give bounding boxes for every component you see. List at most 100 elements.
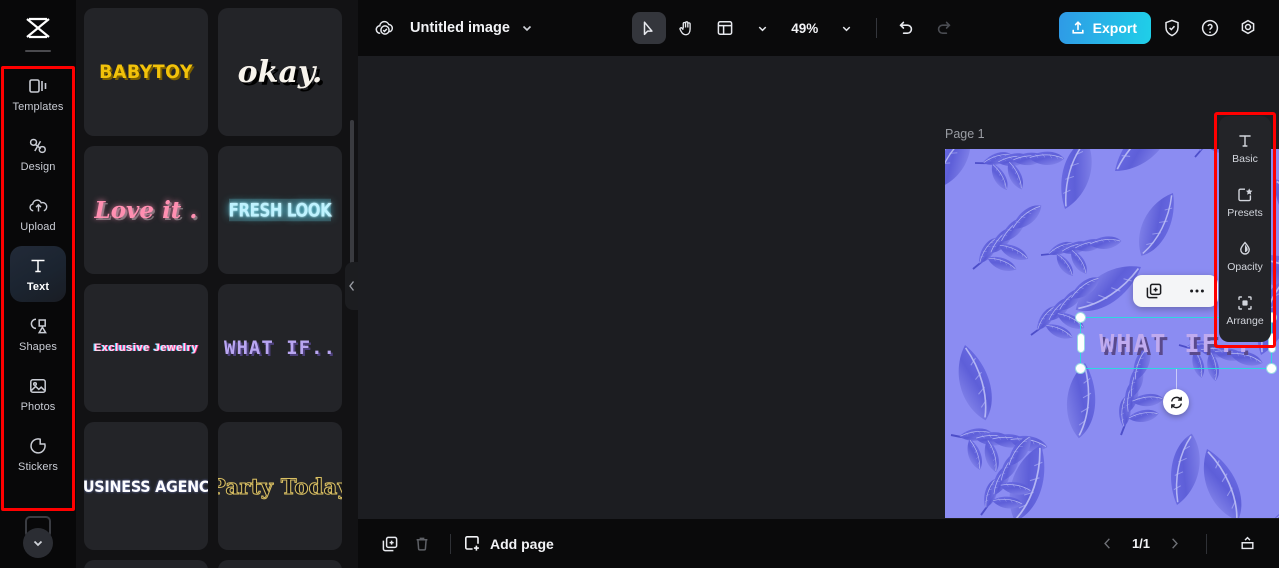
template-grid: BABYTOY okay. Love it . FRESH LOOK Exclu… xyxy=(84,8,342,568)
logo-divider xyxy=(25,50,51,52)
presets-icon xyxy=(1236,186,1254,204)
add-page-label: Add page xyxy=(490,535,554,552)
template-card[interactable]: FRESH LOOK xyxy=(218,146,342,274)
editor-main: Untitled image 49% Export Page 1 WHAT IF… xyxy=(358,0,1279,568)
bottom-toolbar: Add page 1/1 xyxy=(358,518,1279,568)
sidebar-item-stickers[interactable]: Stickers xyxy=(10,426,66,482)
shield-check-button[interactable] xyxy=(1155,12,1189,44)
sidebar-item-templates[interactable]: Templates xyxy=(10,66,66,122)
rotate-handle-stem xyxy=(1175,369,1177,389)
toolbar-right-actions: Export xyxy=(1058,12,1265,44)
rail-item-basic[interactable]: Basic xyxy=(1221,122,1269,174)
delete-page-button[interactable] xyxy=(406,528,438,560)
template-card[interactable] xyxy=(84,560,208,568)
template-card[interactable]: BUSINESS AGENCY xyxy=(84,422,208,550)
upload-box-icon xyxy=(1070,20,1086,36)
layout-chevron-button[interactable] xyxy=(746,12,780,44)
prev-page-button[interactable] xyxy=(1100,536,1115,551)
rotate-handle[interactable] xyxy=(1163,389,1189,415)
redo-button[interactable] xyxy=(927,12,961,44)
settings-button[interactable] xyxy=(1231,12,1265,44)
template-label: Love it . xyxy=(94,196,198,224)
template-card[interactable]: okay. xyxy=(218,8,342,136)
panel-scrollbar[interactable] xyxy=(350,120,354,280)
document-title-chevron-down-icon[interactable] xyxy=(520,21,534,35)
more-options-icon[interactable] xyxy=(1188,282,1206,300)
cloud-saved-icon[interactable] xyxy=(372,15,398,41)
resize-handle-middle-left[interactable] xyxy=(1076,333,1085,353)
resize-handle-bottom-right[interactable] xyxy=(1266,363,1277,374)
sidebar-item-label: Shapes xyxy=(19,341,57,353)
template-label: WHAT IF.. xyxy=(224,337,336,359)
template-card[interactable]: Exclusive Jewelry xyxy=(84,284,208,412)
text-basic-icon xyxy=(1236,132,1254,150)
design-icon xyxy=(27,135,49,157)
zoom-chevron-button[interactable] xyxy=(830,12,864,44)
help-button[interactable] xyxy=(1193,12,1227,44)
sidebar-item-upload[interactable]: Upload xyxy=(10,186,66,242)
template-card[interactable]: WHAT IF.. xyxy=(218,284,342,412)
layout-tool-button[interactable] xyxy=(708,12,742,44)
export-button[interactable]: Export xyxy=(1058,12,1151,44)
text-templates-panel: BABYTOY okay. Love it . FRESH LOOK Exclu… xyxy=(76,0,358,568)
template-card[interactable]: BABYTOY xyxy=(84,8,208,136)
next-page-button[interactable] xyxy=(1167,536,1182,551)
rail-item-arrange[interactable]: Arrange xyxy=(1221,284,1269,336)
sidebar-item-shapes[interactable]: Shapes xyxy=(10,306,66,362)
page-indicator: 1/1 xyxy=(1131,536,1151,551)
left-sidebar: Templates Design Upload Text Shapes Phot… xyxy=(0,0,76,568)
resize-handle-top-left[interactable] xyxy=(1075,312,1086,323)
chevron-down-icon xyxy=(31,536,45,550)
select-tool-button[interactable] xyxy=(631,12,666,44)
trash-icon xyxy=(413,535,431,553)
sidebar-item-label: Design xyxy=(20,161,56,173)
sidebar-item-photos[interactable]: Photos xyxy=(10,366,66,422)
page-view-button[interactable] xyxy=(1231,528,1263,560)
top-toolbar: Untitled image 49% Export xyxy=(358,0,1279,56)
toolbar-center-tools: 49% xyxy=(534,12,1059,44)
sidebar-item-text[interactable]: Text xyxy=(10,246,66,302)
text-properties-rail: Basic Presets Opacity Arrange xyxy=(1219,116,1271,342)
duplicate-page-button[interactable] xyxy=(374,528,406,560)
rail-item-opacity[interactable]: Opacity xyxy=(1221,230,1269,282)
sidebar-item-label: Text xyxy=(26,281,50,293)
bottom-divider xyxy=(450,533,451,554)
undo-button[interactable] xyxy=(889,12,923,44)
resize-handle-bottom-left[interactable] xyxy=(1075,363,1086,374)
rail-item-label: Presets xyxy=(1227,206,1263,219)
sidebar-item-design[interactable]: Design xyxy=(10,126,66,182)
arrange-icon xyxy=(1236,294,1254,312)
panel-collapse-button[interactable] xyxy=(345,262,358,310)
hand-icon xyxy=(677,19,696,38)
rail-item-label: Basic xyxy=(1232,152,1258,165)
hand-tool-button[interactable] xyxy=(670,12,704,44)
sidebar-item-list: Templates Design Upload Text Shapes Phot… xyxy=(10,66,66,482)
page-navigator: 1/1 xyxy=(1100,528,1263,560)
sidebar-item-label: Stickers xyxy=(18,461,58,473)
canvas-area[interactable]: Page 1 WHAT IF.. Basic Presets Opacity A… xyxy=(358,56,1279,518)
template-card[interactable] xyxy=(218,560,342,568)
document-title[interactable]: Untitled image xyxy=(410,20,510,36)
toolbar-divider xyxy=(875,18,877,38)
shapes-icon xyxy=(27,315,49,337)
layout-icon xyxy=(716,19,734,37)
app-logo[interactable] xyxy=(0,0,76,56)
template-label: FRESH LOOK xyxy=(228,198,332,222)
zoom-level[interactable]: 49% xyxy=(784,21,826,36)
undo-icon xyxy=(897,19,915,37)
bottom-divider xyxy=(1206,533,1207,554)
duplicate-page-icon xyxy=(381,535,399,553)
template-card[interactable]: Party Today xyxy=(218,422,342,550)
add-page-button[interactable]: Add page xyxy=(463,534,554,553)
text-icon xyxy=(27,255,49,277)
template-label: Party Today xyxy=(218,473,342,499)
template-label: okay. xyxy=(237,54,323,90)
cursor-icon xyxy=(639,19,658,38)
add-page-icon xyxy=(463,534,482,553)
template-card[interactable]: Love it . xyxy=(84,146,208,274)
help-icon xyxy=(1200,18,1220,38)
duplicate-icon[interactable] xyxy=(1145,282,1163,300)
sidebar-expand-button[interactable] xyxy=(23,528,53,558)
rail-item-presets[interactable]: Presets xyxy=(1221,176,1269,228)
element-floating-toolbar xyxy=(1133,275,1218,307)
